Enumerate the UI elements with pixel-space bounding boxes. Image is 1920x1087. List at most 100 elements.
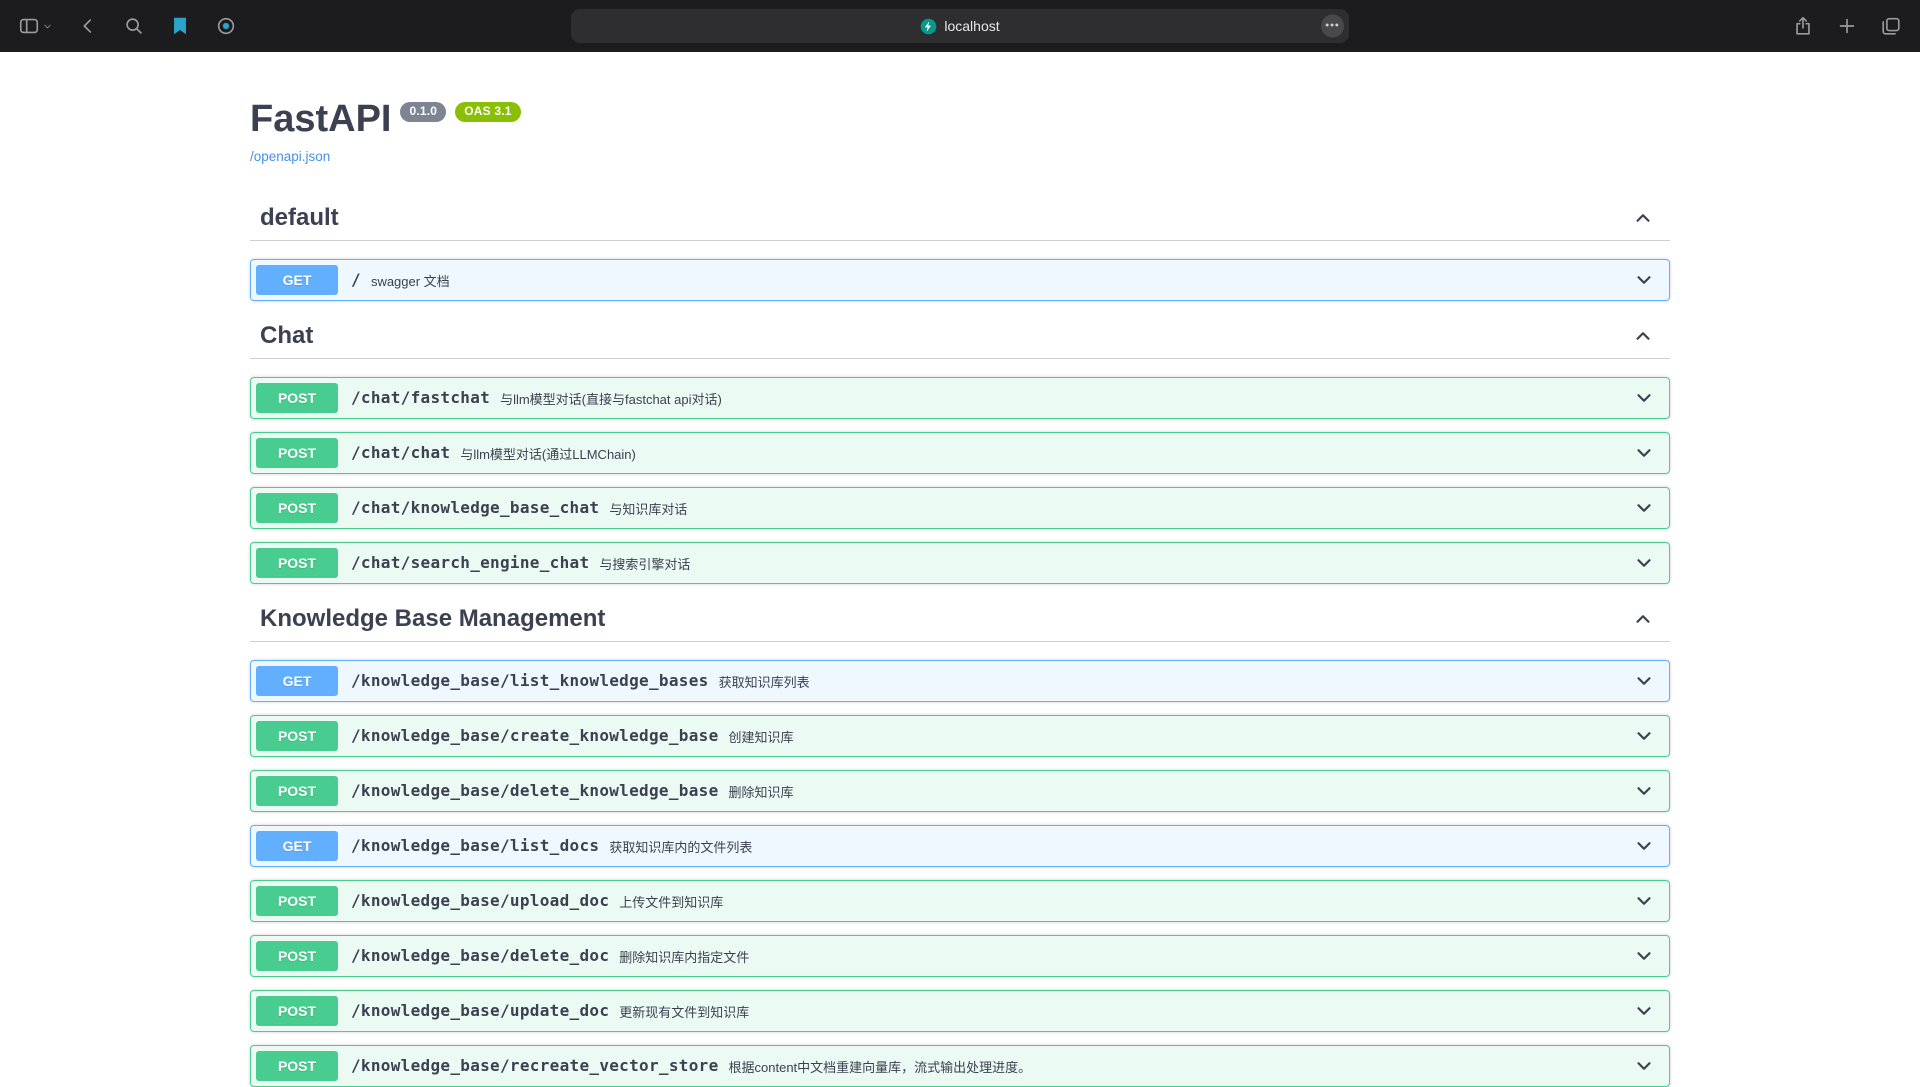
search-icon	[123, 15, 145, 37]
sidebar-icon	[18, 15, 40, 37]
operation-row[interactable]: POST /chat/fastchat 与llm模型对话(直接与fastchat…	[250, 377, 1670, 419]
http-method-badge: GET	[256, 666, 338, 696]
endpoint-summary: swagger 文档	[371, 270, 1633, 290]
operations-list: GET /knowledge_base/list_knowledge_bases…	[250, 660, 1670, 1087]
operation-row[interactable]: POST /chat/chat 与llm模型对话(通过LLMChain)	[250, 432, 1670, 474]
endpoint-summary: 删除知识库内指定文件	[619, 946, 1633, 966]
operation-row[interactable]: GET /knowledge_base/list_docs 获取知识库内的文件列…	[250, 825, 1670, 867]
chevron-down-icon	[1633, 780, 1655, 802]
collapse-section-button[interactable]	[1632, 325, 1654, 347]
extension-bookmark-button[interactable]	[169, 15, 191, 37]
endpoint-summary: 更新现有文件到知识库	[619, 1001, 1633, 1021]
endpoint-path: /knowledge_base/recreate_vector_store	[351, 1056, 719, 1075]
endpoint-path: /knowledge_base/create_knowledge_base	[351, 726, 719, 745]
operation-row[interactable]: POST /knowledge_base/update_doc 更新现有文件到知…	[250, 990, 1670, 1032]
section-header[interactable]: Chat	[250, 314, 1670, 359]
fastapi-favicon-icon	[920, 18, 937, 35]
new-tab-button[interactable]	[1836, 15, 1858, 37]
chevron-down-icon	[1633, 725, 1655, 747]
http-method-badge: POST	[256, 776, 338, 806]
section-title: Knowledge Base Management	[260, 605, 1632, 633]
endpoint-path: /	[351, 270, 361, 289]
swagger-page: FastAPI0.1.0OAS 3.1 /openapi.json defaul…	[0, 52, 1920, 1080]
endpoint-summary: 根据content中文档重建向量库，流式输出处理进度。	[729, 1056, 1633, 1076]
http-method-badge: POST	[256, 383, 338, 413]
expand-operation-button[interactable]	[1633, 670, 1655, 692]
endpoint-path: /knowledge_base/list_docs	[351, 836, 599, 855]
address-bar[interactable]: localhost •••	[571, 9, 1349, 43]
expand-operation-button[interactable]	[1633, 890, 1655, 912]
endpoint-path: /knowledge_base/update_doc	[351, 1001, 609, 1020]
share-icon	[1792, 15, 1814, 37]
endpoint-path: /chat/fastchat	[351, 388, 490, 407]
chevron-down-icon	[1633, 1000, 1655, 1022]
chevron-down-icon	[1633, 945, 1655, 967]
operation-row[interactable]: POST /knowledge_base/delete_doc 删除知识库内指定…	[250, 935, 1670, 977]
http-method-badge: POST	[256, 1051, 338, 1081]
collapse-section-button[interactable]	[1632, 207, 1654, 229]
endpoint-summary: 与知识库对话	[609, 498, 1633, 518]
expand-operation-button[interactable]	[1633, 945, 1655, 967]
operation-row[interactable]: POST /knowledge_base/upload_doc 上传文件到知识库	[250, 880, 1670, 922]
expand-operation-button[interactable]	[1633, 387, 1655, 409]
search-button[interactable]	[123, 15, 145, 37]
page-settings-button[interactable]: •••	[1321, 15, 1344, 38]
endpoint-path: /chat/search_engine_chat	[351, 553, 589, 572]
plus-icon	[1836, 15, 1858, 37]
endpoint-summary: 上传文件到知识库	[619, 891, 1633, 911]
endpoint-path: /knowledge_base/upload_doc	[351, 891, 609, 910]
record-circle-icon	[215, 15, 237, 37]
tabs-icon	[1880, 15, 1902, 37]
chevron-down-icon	[1633, 442, 1655, 464]
api-tag-section: Chat POST /chat/fastchat 与llm模型对话(直接与fas…	[250, 314, 1670, 584]
chevron-down-icon	[1633, 552, 1655, 574]
http-method-badge: POST	[256, 548, 338, 578]
address-bar-content: localhost	[920, 18, 999, 35]
expand-operation-button[interactable]	[1633, 442, 1655, 464]
api-tag-section: Knowledge Base Management GET /knowledge…	[250, 597, 1670, 1087]
operations-list: POST /chat/fastchat 与llm模型对话(直接与fastchat…	[250, 377, 1670, 584]
expand-operation-button[interactable]	[1633, 497, 1655, 519]
chevron-down-icon	[1633, 269, 1655, 291]
chevron-up-icon	[1632, 207, 1654, 229]
http-method-badge: POST	[256, 721, 338, 751]
operation-row[interactable]: POST /knowledge_base/create_knowledge_ba…	[250, 715, 1670, 757]
http-method-badge: GET	[256, 831, 338, 861]
collapse-section-button[interactable]	[1632, 608, 1654, 630]
extension-record-button[interactable]	[215, 15, 237, 37]
endpoint-path: /knowledge_base/list_knowledge_bases	[351, 671, 709, 690]
api-tag-section: default GET / swagger 文档	[250, 196, 1670, 301]
expand-operation-button[interactable]	[1633, 780, 1655, 802]
chevron-down-icon	[1633, 890, 1655, 912]
expand-operation-button[interactable]	[1633, 269, 1655, 291]
share-button[interactable]	[1792, 15, 1814, 37]
toolbar-left-group	[18, 15, 237, 37]
tab-overview-button[interactable]	[1880, 15, 1902, 37]
operation-row[interactable]: POST /chat/knowledge_base_chat 与知识库对话	[250, 487, 1670, 529]
expand-operation-button[interactable]	[1633, 1000, 1655, 1022]
expand-operation-button[interactable]	[1633, 835, 1655, 857]
section-header[interactable]: default	[250, 196, 1670, 241]
operation-row[interactable]: POST /knowledge_base/recreate_vector_sto…	[250, 1045, 1670, 1087]
operation-row[interactable]: GET / swagger 文档	[250, 259, 1670, 301]
expand-operation-button[interactable]	[1633, 1055, 1655, 1077]
api-sections-container: default GET / swagger 文档 Chat POST /chat…	[250, 196, 1670, 1087]
url-text: localhost	[944, 18, 999, 34]
endpoint-path: /knowledge_base/delete_doc	[351, 946, 609, 965]
operation-row[interactable]: POST /knowledge_base/delete_knowledge_ba…	[250, 770, 1670, 812]
api-title-text: FastAPI	[250, 98, 391, 140]
sidebar-toggle-button[interactable]	[18, 15, 53, 37]
back-button[interactable]	[77, 15, 99, 37]
endpoint-path: /knowledge_base/delete_knowledge_base	[351, 781, 719, 800]
chevron-down-icon	[1633, 497, 1655, 519]
operation-row[interactable]: POST /chat/search_engine_chat 与搜索引擎对话	[250, 542, 1670, 584]
api-info-block: FastAPI0.1.0OAS 3.1 /openapi.json	[250, 52, 1670, 166]
operation-row[interactable]: GET /knowledge_base/list_knowledge_bases…	[250, 660, 1670, 702]
openapi-json-link[interactable]: /openapi.json	[250, 149, 330, 164]
expand-operation-button[interactable]	[1633, 725, 1655, 747]
expand-operation-button[interactable]	[1633, 552, 1655, 574]
section-header[interactable]: Knowledge Base Management	[250, 597, 1670, 642]
endpoint-path: /chat/knowledge_base_chat	[351, 498, 599, 517]
endpoint-summary: 创建知识库	[729, 726, 1633, 746]
endpoint-summary: 与搜索引擎对话	[599, 553, 1633, 573]
